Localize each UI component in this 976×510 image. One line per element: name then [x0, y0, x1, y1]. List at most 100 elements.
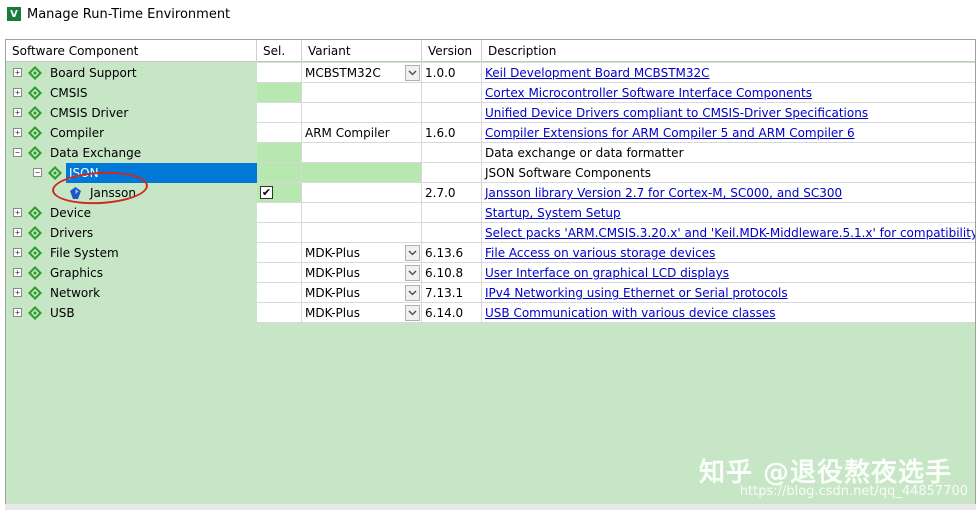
expand-icon[interactable]: + [13, 88, 22, 97]
component-row[interactable]: Jansson ✔ 2.7.0 Jansson library Version … [6, 183, 975, 203]
component-name: JSON [66, 163, 257, 183]
variant-cell: ARM Compiler [302, 123, 422, 143]
collapse-icon[interactable]: − [13, 148, 22, 157]
collapse-icon[interactable]: − [33, 168, 42, 177]
column-header-sel[interactable]: Sel. [257, 40, 302, 62]
component-name: Jansson [90, 186, 136, 200]
sel-cell[interactable] [257, 243, 302, 263]
version-cell: 1.0.0 [422, 63, 482, 83]
component-diamond-icon [28, 286, 42, 300]
window-title: Manage Run-Time Environment [27, 6, 231, 22]
component-row[interactable]: + File System MDK-Plus 6.13.6 File Acces… [6, 243, 975, 263]
variant-select[interactable]: MDK-Plus [302, 303, 422, 323]
description-link[interactable]: Jansson library Version 2.7 for Cortex-M… [485, 186, 842, 200]
sel-cell[interactable] [257, 263, 302, 283]
version-cell: 1.6.0 [422, 123, 482, 143]
description-link[interactable]: Compiler Extensions for ARM Compiler 5 a… [485, 126, 855, 140]
description-link[interactable]: Startup, System Setup [485, 206, 621, 220]
expand-icon[interactable]: + [13, 208, 22, 217]
sel-cell[interactable] [257, 103, 302, 123]
sel-cell[interactable] [257, 83, 302, 103]
watermark-url: https://blog.csdn.net/qq_44857700 [739, 484, 968, 499]
grid-header: Software Component Sel. Variant Version … [6, 40, 975, 62]
tree-cell: + Compiler [6, 123, 257, 143]
description-cell: Startup, System Setup [482, 203, 975, 223]
expand-icon[interactable]: + [13, 268, 22, 277]
variant-cell [302, 143, 422, 163]
description-cell: Keil Development Board MCBSTM32C [482, 63, 975, 83]
variant-select[interactable]: MDK-Plus [302, 243, 422, 263]
variant-cell [302, 183, 422, 203]
expand-icon[interactable]: + [13, 128, 22, 137]
dropdown-arrow-icon[interactable] [405, 65, 420, 81]
leaf-component-icon [70, 187, 81, 199]
variant-value: MDK-Plus [305, 246, 360, 260]
description-link[interactable]: Keil Development Board MCBSTM32C [485, 66, 710, 80]
version-cell [422, 203, 482, 223]
description-cell: Select packs 'ARM.CMSIS.3.20.x' and 'Kei… [482, 223, 975, 243]
description-link[interactable]: File Access on various storage devices [485, 246, 715, 260]
description-link[interactable]: IPv4 Networking using Ethernet or Serial… [485, 286, 788, 300]
sel-cell[interactable] [257, 63, 302, 83]
component-row[interactable]: + USB MDK-Plus 6.14.0 USB Communication … [6, 303, 975, 323]
sel-cell[interactable] [257, 163, 302, 183]
sel-cell[interactable] [257, 143, 302, 163]
description-link[interactable]: Unified Device Drivers compliant to CMSI… [485, 106, 868, 120]
version-cell [422, 223, 482, 243]
version-cell: 6.10.8 [422, 263, 482, 283]
expand-icon[interactable]: + [13, 248, 22, 257]
sel-cell: ✔ [257, 183, 302, 203]
expand-icon[interactable]: + [13, 68, 22, 77]
horizontal-scrollbar[interactable] [5, 504, 976, 510]
description-cell: JSON Software Components [482, 163, 975, 183]
dropdown-arrow-icon[interactable] [405, 265, 420, 281]
component-row[interactable]: + Compiler ARM Compiler 1.6.0 Compiler E… [6, 123, 975, 143]
column-header-component[interactable]: Software Component [6, 40, 257, 62]
description-link[interactable]: USB Communication with various device cl… [485, 306, 776, 320]
component-row[interactable]: + Network MDK-Plus 7.13.1 IPv4 Networkin… [6, 283, 975, 303]
component-name: Drivers [50, 226, 94, 240]
component-row[interactable]: + Drivers Select packs 'ARM.CMSIS.3.20.x… [6, 223, 975, 243]
component-checkbox[interactable]: ✔ [260, 186, 273, 199]
column-header-variant[interactable]: Variant [302, 40, 422, 62]
column-header-description[interactable]: Description [482, 40, 975, 62]
column-header-version[interactable]: Version [422, 40, 482, 62]
sel-cell[interactable] [257, 303, 302, 323]
dropdown-arrow-icon[interactable] [405, 285, 420, 301]
variant-select[interactable]: MDK-Plus [302, 263, 422, 283]
expand-icon[interactable]: + [13, 308, 22, 317]
sel-cell[interactable] [257, 283, 302, 303]
description-link[interactable]: Select packs 'ARM.CMSIS.3.20.x' and 'Kei… [485, 226, 975, 240]
component-name: Graphics [50, 266, 103, 280]
dropdown-arrow-icon[interactable] [405, 245, 420, 261]
variant-cell [302, 163, 422, 183]
component-diamond-icon [28, 106, 42, 120]
component-row-selected[interactable]: − JSON JSON Software Components [6, 163, 975, 183]
expand-icon[interactable]: + [13, 228, 22, 237]
version-cell: 2.7.0 [422, 183, 482, 203]
variant-cell [302, 203, 422, 223]
component-name: CMSIS Driver [50, 106, 129, 120]
variant-value: MDK-Plus [305, 266, 360, 280]
expand-icon[interactable]: + [13, 288, 22, 297]
component-row[interactable]: + CMSIS Cortex Microcontroller Software … [6, 83, 975, 103]
component-diamond-icon [28, 146, 42, 160]
sel-cell[interactable] [257, 223, 302, 243]
sel-cell[interactable] [257, 203, 302, 223]
description-link[interactable]: Cortex Microcontroller Software Interfac… [485, 86, 812, 100]
component-row[interactable]: − Data Exchange Data exchange or data fo… [6, 143, 975, 163]
component-row[interactable]: + Graphics MDK-Plus 6.10.8 User Interfac… [6, 263, 975, 283]
variant-select[interactable]: MCBSTM32C [302, 63, 422, 83]
sel-cell[interactable] [257, 123, 302, 143]
description-link[interactable]: User Interface on graphical LCD displays [485, 266, 729, 280]
keil-v-icon: V [7, 7, 21, 21]
component-row[interactable]: + Board Support MCBSTM32C 1.0.0 Keil Dev… [6, 63, 975, 83]
tree-cell: + CMSIS [6, 83, 257, 103]
component-name: CMSIS [50, 86, 88, 100]
description-cell: Cortex Microcontroller Software Interfac… [482, 83, 975, 103]
expand-icon[interactable]: + [13, 108, 22, 117]
component-row[interactable]: + Device Startup, System Setup [6, 203, 975, 223]
dropdown-arrow-icon[interactable] [405, 305, 420, 321]
variant-select[interactable]: MDK-Plus [302, 283, 422, 303]
component-row[interactable]: + CMSIS Driver Unified Device Drivers co… [6, 103, 975, 123]
